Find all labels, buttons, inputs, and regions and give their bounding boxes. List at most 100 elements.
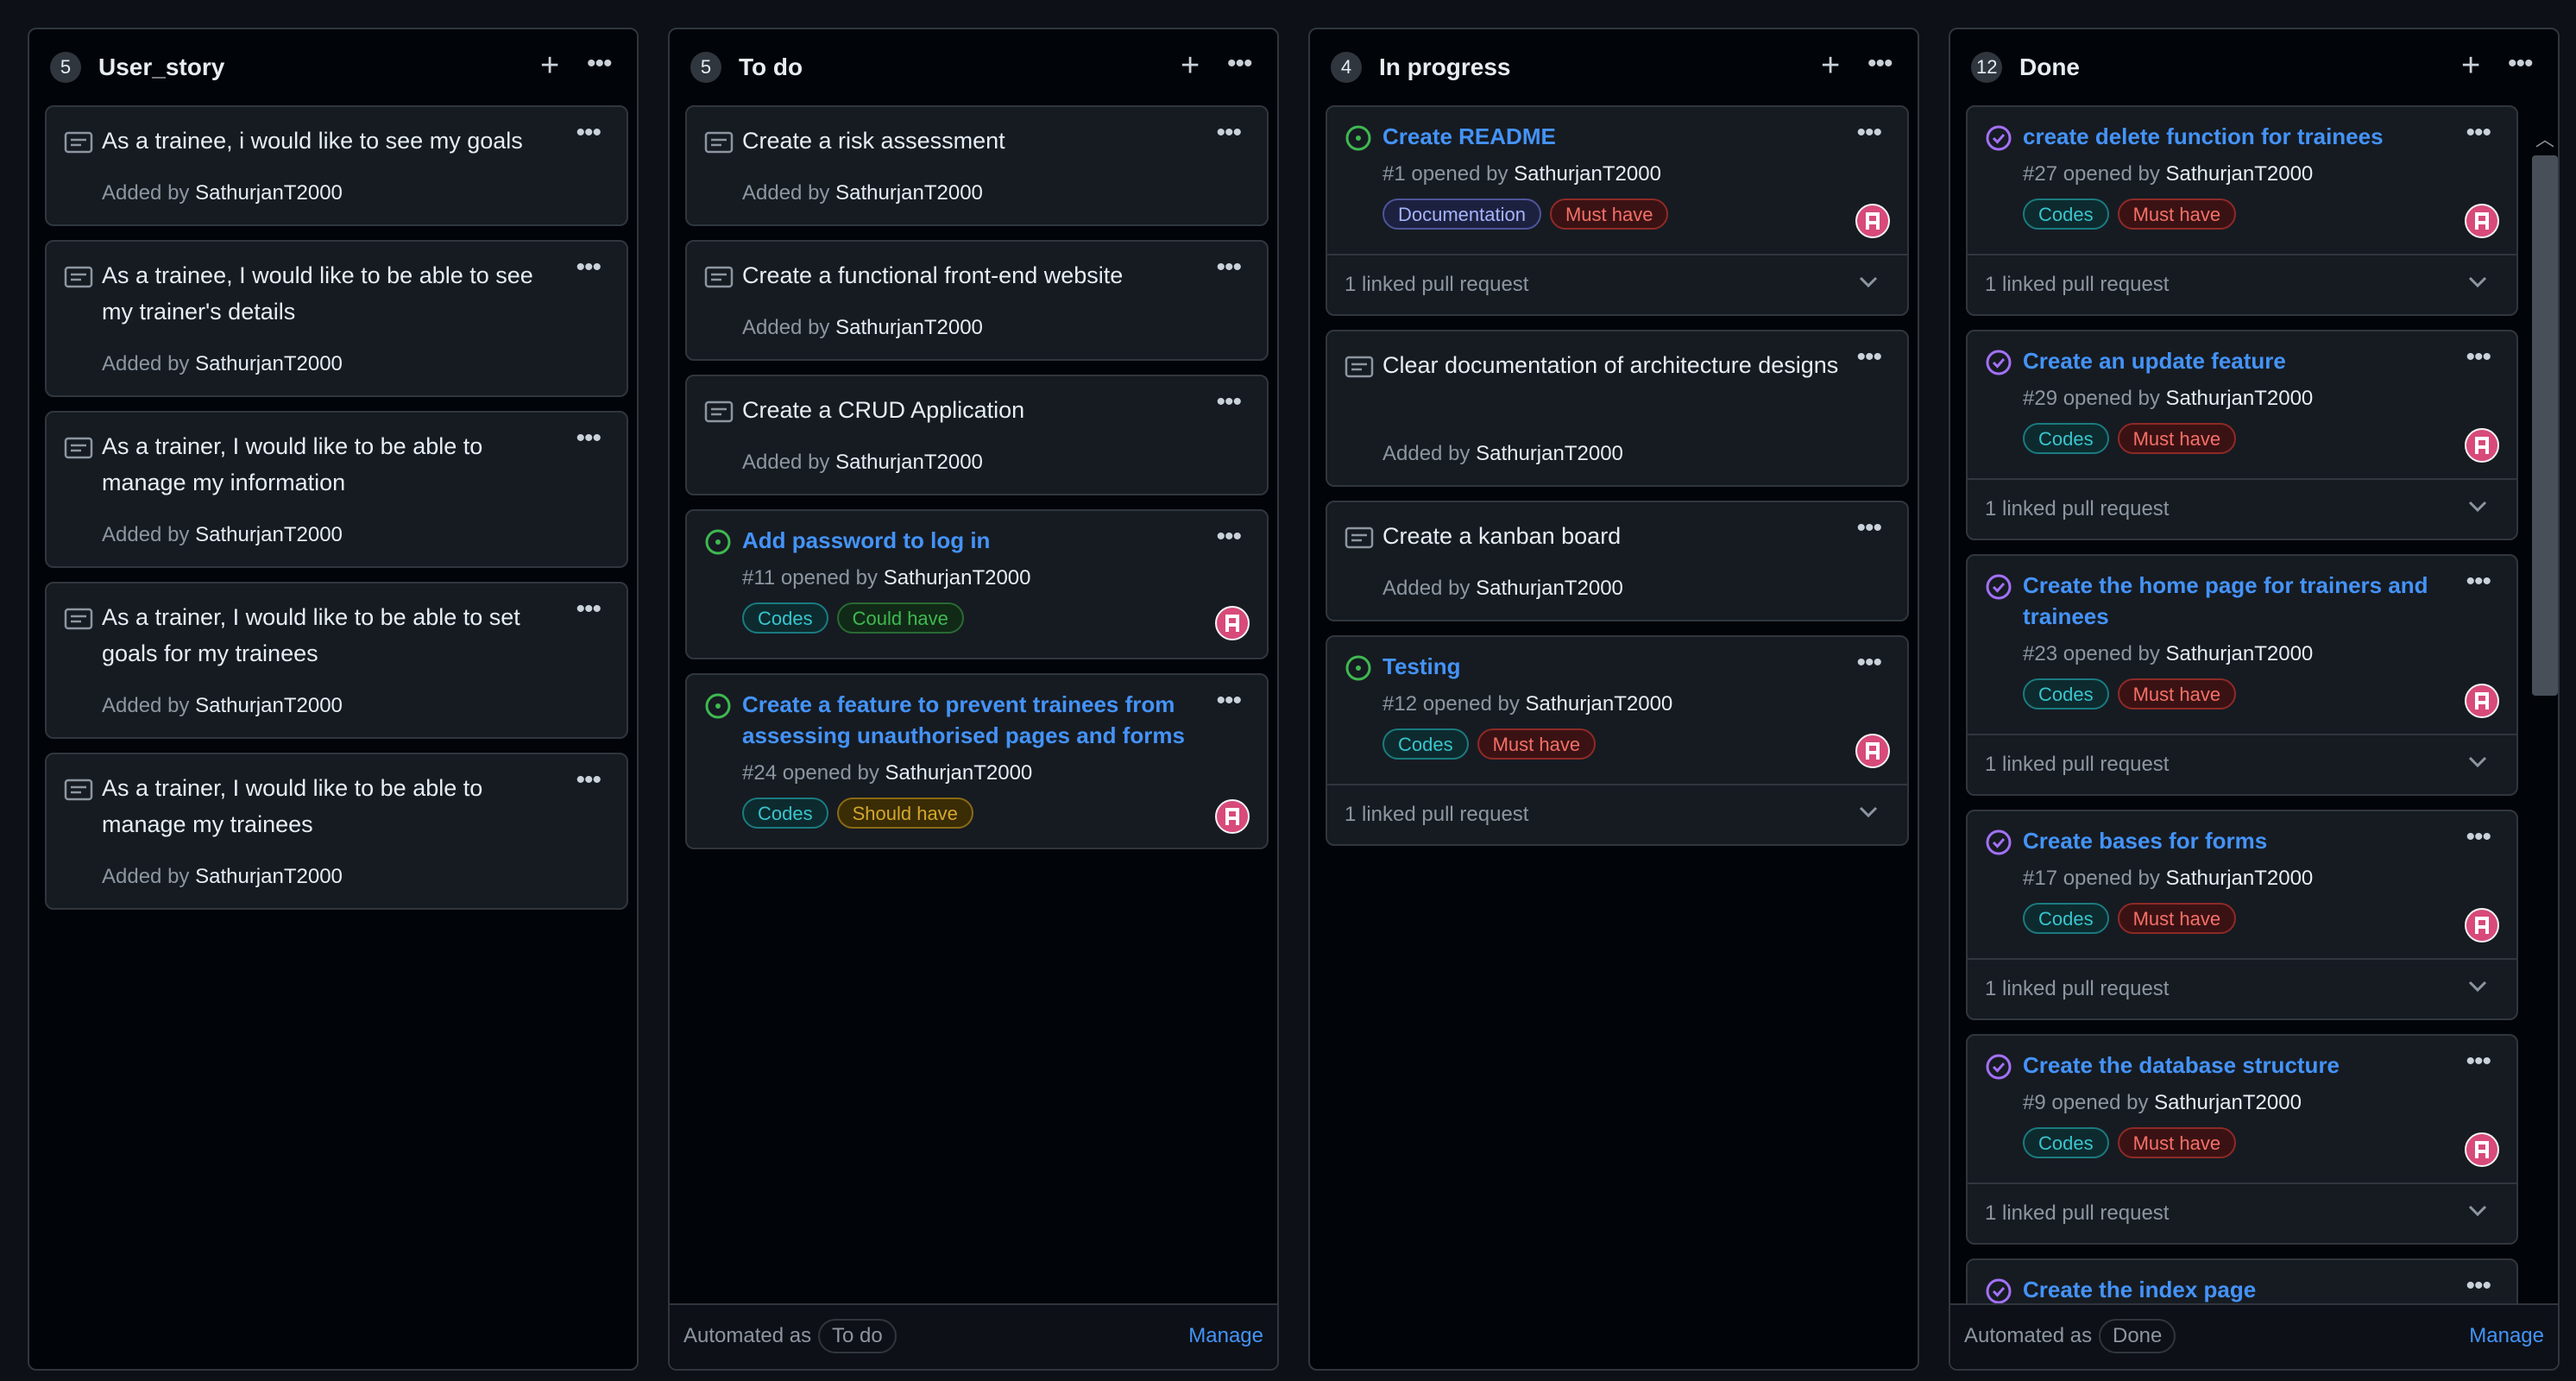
- add-card-plus-icon[interactable]: +: [1181, 48, 1200, 83]
- card-menu-kebab-icon[interactable]: •••: [2466, 120, 2491, 146]
- scrollbar-thumb[interactable]: [2532, 155, 2558, 696]
- column-menu-kebab-icon[interactable]: •••: [1227, 51, 1252, 77]
- author-link[interactable]: SathurjanT2000: [195, 523, 343, 546]
- note-card[interactable]: Clear documentation of architecture desi…: [1326, 330, 1909, 487]
- note-card[interactable]: Create a CRUD Application ••• Added by S…: [685, 375, 1269, 495]
- issue-card[interactable]: Create a feature to prevent trainees fro…: [685, 673, 1269, 849]
- note-card[interactable]: As a trainer, I would like to be able to…: [45, 582, 628, 739]
- issue-card[interactable]: Create the index page •••: [1966, 1258, 2518, 1305]
- card-menu-kebab-icon[interactable]: •••: [576, 767, 601, 793]
- author-link[interactable]: SathurjanT2000: [2154, 1091, 2302, 1114]
- label-must-have[interactable]: Must have: [1477, 728, 1597, 760]
- avatar[interactable]: [2465, 428, 2499, 463]
- author-link[interactable]: SathurjanT2000: [2165, 867, 2313, 890]
- author-link[interactable]: SathurjanT2000: [195, 181, 343, 205]
- card-menu-kebab-icon[interactable]: •••: [2466, 344, 2491, 370]
- issue-card[interactable]: Create an update feature ••• #29 opened …: [1966, 330, 2518, 540]
- scroll-up-icon[interactable]: ︿: [2535, 124, 2554, 152]
- label-codes[interactable]: Codes: [2023, 678, 2109, 709]
- manage-automation-link[interactable]: Manage: [2469, 1324, 2544, 1348]
- issue-title-link[interactable]: Create an update feature: [2023, 345, 2451, 376]
- note-card[interactable]: As a trainee, i would like to see my goa…: [45, 105, 628, 226]
- card-menu-kebab-icon[interactable]: •••: [2466, 824, 2491, 850]
- column-menu-kebab-icon[interactable]: •••: [1867, 51, 1893, 77]
- add-card-plus-icon[interactable]: +: [1821, 48, 1840, 83]
- manage-automation-link[interactable]: Manage: [1188, 1324, 1263, 1348]
- issue-title-link[interactable]: Create a feature to prevent trainees fro…: [742, 689, 1201, 751]
- card-menu-kebab-icon[interactable]: •••: [2466, 1049, 2491, 1075]
- author-link[interactable]: SathurjanT2000: [195, 352, 343, 375]
- linked-pull-request-toggle[interactable]: 1 linked pull request: [1968, 958, 2516, 1018]
- issue-card[interactable]: create delete function for trainees ••• …: [1966, 105, 2518, 316]
- column-menu-kebab-icon[interactable]: •••: [2508, 51, 2533, 77]
- label-codes[interactable]: Codes: [742, 798, 828, 829]
- issue-card[interactable]: Create bases for forms ••• #17 opened by…: [1966, 810, 2518, 1020]
- note-card[interactable]: Create a risk assessment ••• Added by Sa…: [685, 105, 1269, 226]
- linked-pull-request-toggle[interactable]: 1 linked pull request: [1968, 1182, 2516, 1243]
- card-menu-kebab-icon[interactable]: •••: [576, 255, 601, 281]
- card-menu-kebab-icon[interactable]: •••: [576, 426, 601, 451]
- card-menu-kebab-icon[interactable]: •••: [1216, 524, 1241, 550]
- add-card-plus-icon[interactable]: +: [2461, 48, 2480, 83]
- label-codes[interactable]: Codes: [742, 602, 828, 634]
- author-link[interactable]: SathurjanT2000: [1525, 692, 1672, 716]
- linked-pull-request-toggle[interactable]: 1 linked pull request: [1968, 734, 2516, 794]
- issue-card[interactable]: Create the home page for trainers and tr…: [1966, 554, 2518, 796]
- card-menu-kebab-icon[interactable]: •••: [1216, 688, 1241, 714]
- card-menu-kebab-icon[interactable]: •••: [1856, 650, 1881, 676]
- label-must-have[interactable]: Must have: [2117, 423, 2237, 454]
- label-must-have[interactable]: Must have: [1549, 199, 1669, 230]
- label-documentation[interactable]: Documentation: [1382, 199, 1541, 230]
- column-menu-kebab-icon[interactable]: •••: [587, 51, 612, 77]
- issue-title-link[interactable]: Create bases for forms: [2023, 825, 2451, 856]
- linked-pull-request-toggle[interactable]: 1 linked pull request: [1968, 478, 2516, 539]
- avatar[interactable]: [1215, 799, 1250, 834]
- author-link[interactable]: SathurjanT2000: [2165, 387, 2313, 410]
- card-menu-kebab-icon[interactable]: •••: [2466, 569, 2491, 595]
- issue-title-link[interactable]: Testing: [1382, 651, 1842, 682]
- card-menu-kebab-icon[interactable]: •••: [1856, 515, 1881, 541]
- author-link[interactable]: SathurjanT2000: [884, 566, 1031, 590]
- issue-card[interactable]: Testing ••• #12 opened by SathurjanT2000…: [1326, 635, 1909, 846]
- label-could-have[interactable]: Could have: [836, 602, 964, 634]
- author-link[interactable]: SathurjanT2000: [1514, 162, 1661, 186]
- avatar[interactable]: [1855, 734, 1890, 768]
- avatar[interactable]: [2465, 204, 2499, 238]
- card-menu-kebab-icon[interactable]: •••: [576, 596, 601, 622]
- issue-card[interactable]: Create the database structure ••• #9 ope…: [1966, 1034, 2518, 1245]
- add-card-plus-icon[interactable]: +: [540, 48, 559, 83]
- note-card[interactable]: Create a kanban board ••• Added by Sathu…: [1326, 501, 1909, 621]
- issue-title-link[interactable]: Create the database structure: [2023, 1050, 2451, 1081]
- card-menu-kebab-icon[interactable]: •••: [1856, 120, 1881, 146]
- avatar[interactable]: [2465, 908, 2499, 943]
- card-menu-kebab-icon[interactable]: •••: [2466, 1273, 2491, 1299]
- avatar[interactable]: [2465, 1132, 2499, 1167]
- author-link[interactable]: SathurjanT2000: [835, 316, 983, 339]
- author-link[interactable]: SathurjanT2000: [195, 694, 343, 717]
- label-codes[interactable]: Codes: [1382, 728, 1469, 760]
- issue-card[interactable]: Add password to log in ••• #11 opened by…: [685, 509, 1269, 659]
- author-link[interactable]: SathurjanT2000: [2165, 642, 2313, 665]
- author-link[interactable]: SathurjanT2000: [835, 181, 983, 205]
- author-link[interactable]: SathurjanT2000: [2165, 162, 2313, 186]
- note-card[interactable]: As a trainer, I would like to be able to…: [45, 753, 628, 910]
- author-link[interactable]: SathurjanT2000: [835, 451, 983, 474]
- linked-pull-request-toggle[interactable]: 1 linked pull request: [1327, 784, 1907, 844]
- card-menu-kebab-icon[interactable]: •••: [1216, 255, 1241, 281]
- author-link[interactable]: SathurjanT2000: [885, 761, 1032, 785]
- linked-pull-request-toggle[interactable]: 1 linked pull request: [1968, 254, 2516, 314]
- label-codes[interactable]: Codes: [2023, 199, 2109, 230]
- label-must-have[interactable]: Must have: [2117, 903, 2237, 934]
- label-should-have[interactable]: Should have: [836, 798, 973, 829]
- author-link[interactable]: SathurjanT2000: [195, 865, 343, 888]
- note-card[interactable]: Create a functional front-end website ••…: [685, 240, 1269, 361]
- avatar[interactable]: [1855, 204, 1890, 238]
- avatar[interactable]: [1215, 606, 1250, 640]
- card-list[interactable]: create delete function for trainees ••• …: [1950, 105, 2558, 1305]
- issue-card[interactable]: Create README ••• #1 opened by Sathurjan…: [1326, 105, 1909, 316]
- author-link[interactable]: SathurjanT2000: [1476, 442, 1623, 465]
- column-scrollbar[interactable]: ︿ ﹀: [2527, 124, 2558, 1338]
- label-must-have[interactable]: Must have: [2117, 199, 2237, 230]
- issue-title-link[interactable]: Create the home page for trainers and tr…: [2023, 570, 2451, 632]
- label-codes[interactable]: Codes: [2023, 423, 2109, 454]
